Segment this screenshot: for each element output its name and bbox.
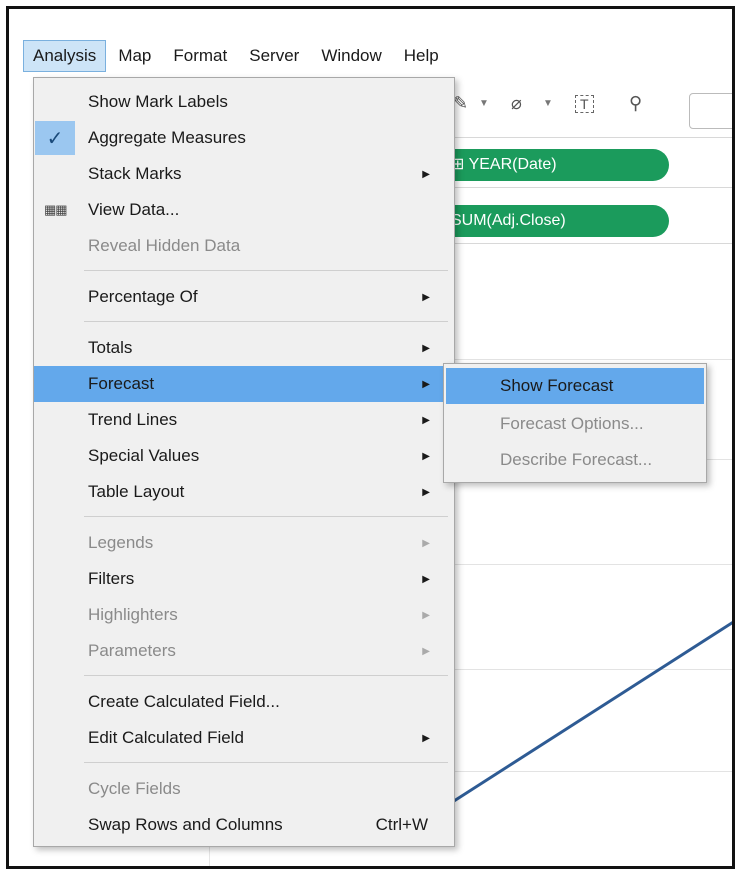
submenu-arrow-icon: ▶: [422, 378, 430, 390]
menu-map[interactable]: Map: [108, 40, 161, 72]
menu-item-label: Table Layout: [88, 482, 185, 501]
menu-item-label: Forecast: [88, 374, 155, 393]
menu-item-view-data[interactable]: ▦▦ View Data...: [34, 192, 454, 228]
menu-item-filters[interactable]: Filters ▶: [34, 561, 454, 597]
menu-item-cycle-fields: Cycle Fields: [34, 771, 454, 807]
menu-format[interactable]: Format: [163, 40, 237, 72]
menu-item-reveal-hidden-data: Reveal Hidden Data: [34, 228, 454, 264]
menu-item-forecast[interactable]: Forecast ▶: [34, 366, 454, 402]
data-line: [428, 621, 732, 819]
menu-separator: [84, 321, 448, 322]
checkmark-icon: ✓: [35, 121, 75, 155]
menu-item-label: Stack Marks: [88, 164, 182, 183]
submenu-arrow-icon: ▶: [422, 291, 430, 303]
forecast-submenu: Show Forecast Forecast Options... Descri…: [443, 363, 707, 483]
menu-item-label: Forecast Options...: [500, 414, 644, 433]
submenu-arrow-icon: ▶: [422, 414, 430, 426]
submenu-arrow-icon: ▶: [422, 609, 430, 621]
menu-window[interactable]: Window: [311, 40, 391, 72]
menubar: Analysis Map Format Server Window Help: [23, 39, 451, 73]
menu-server[interactable]: Server: [239, 40, 309, 72]
submenu-arrow-icon: ▶: [422, 537, 430, 549]
menu-separator: [84, 762, 448, 763]
shortcut-label: Ctrl+W: [375, 815, 428, 834]
menu-item-show-mark-labels[interactable]: Show Mark Labels: [34, 84, 454, 120]
menu-separator: [84, 675, 448, 676]
table-icon: ▦▦: [44, 202, 68, 217]
submenu-arrow-icon: ▶: [422, 732, 430, 744]
menu-item-label: Cycle Fields: [88, 779, 181, 798]
menu-item-label: Edit Calculated Field: [88, 728, 244, 747]
submenu-item-forecast-options: Forecast Options...: [446, 406, 704, 442]
menu-item-label: Totals: [88, 338, 133, 357]
menu-item-label: Highlighters: [88, 605, 178, 624]
menu-item-special-values[interactable]: Special Values ▶: [34, 438, 454, 474]
menu-item-totals[interactable]: Totals ▶: [34, 330, 454, 366]
menu-item-aggregate-measures[interactable]: ✓ Aggregate Measures: [34, 120, 454, 156]
submenu-item-show-forecast[interactable]: Show Forecast: [446, 368, 704, 404]
menu-item-label: Legends: [88, 533, 154, 552]
analysis-menu: Show Mark Labels ✓ Aggregate Measures St…: [33, 77, 455, 847]
menu-item-stack-marks[interactable]: Stack Marks ▶: [34, 156, 454, 192]
window-frame: ✎ ▼ ⌀ ▼ T ⚲ ⊞ YEAR(Date) SUM(Adj.Close) …: [6, 6, 735, 869]
submenu-item-describe-forecast: Describe Forecast...: [446, 442, 704, 478]
menu-item-label: Show Forecast: [500, 376, 614, 395]
menu-item-swap-rows-and-columns[interactable]: Swap Rows and Columns Ctrl+W: [34, 807, 454, 843]
submenu-arrow-icon: ▶: [422, 450, 430, 462]
submenu-arrow-icon: ▶: [422, 573, 430, 585]
menu-item-label: Filters: [88, 569, 135, 588]
menu-item-label: View Data...: [88, 200, 180, 219]
menu-item-label: Create Calculated Field...: [88, 692, 280, 711]
menu-item-label: Aggregate Measures: [88, 128, 246, 147]
submenu-arrow-icon: ▶: [422, 645, 430, 657]
menu-item-highlighters: Highlighters ▶: [34, 597, 454, 633]
menu-item-create-calculated-field[interactable]: Create Calculated Field...: [34, 684, 454, 720]
menu-item-table-layout[interactable]: Table Layout ▶: [34, 474, 454, 510]
submenu-arrow-icon: ▶: [422, 168, 430, 180]
menu-item-label: Reveal Hidden Data: [88, 236, 241, 255]
menu-item-parameters: Parameters ▶: [34, 633, 454, 669]
menu-item-edit-calculated-field[interactable]: Edit Calculated Field ▶: [34, 720, 454, 756]
submenu-arrow-icon: ▶: [422, 342, 430, 354]
menu-help[interactable]: Help: [394, 40, 449, 72]
menu-item-label: Describe Forecast...: [500, 450, 653, 469]
submenu-arrow-icon: ▶: [422, 486, 430, 498]
menu-item-label: Parameters: [88, 641, 176, 660]
menu-item-label: Percentage Of: [88, 287, 198, 306]
menu-item-trend-lines[interactable]: Trend Lines ▶: [34, 402, 454, 438]
menu-separator: [84, 516, 448, 517]
menu-item-percentage-of[interactable]: Percentage Of ▶: [34, 279, 454, 315]
menu-item-label: Trend Lines: [88, 410, 178, 429]
menu-separator: [84, 270, 448, 271]
menu-item-label: Special Values: [88, 446, 200, 465]
menu-analysis[interactable]: Analysis: [23, 40, 107, 72]
menu-item-label: Swap Rows and Columns: [88, 815, 283, 834]
menu-item-legends: Legends ▶: [34, 525, 454, 561]
menu-item-label: Show Mark Labels: [88, 92, 228, 111]
